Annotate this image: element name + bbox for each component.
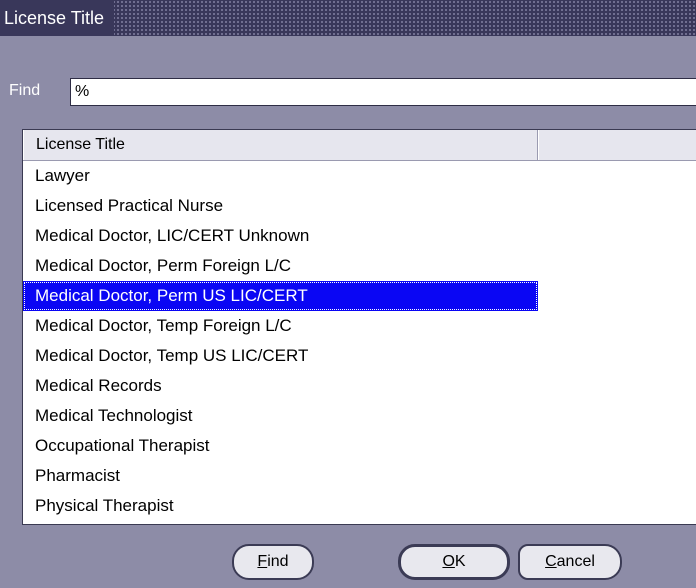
list-item[interactable]: Medical Doctor, Temp Foreign L/C [23, 311, 538, 341]
list-header: License Title [23, 130, 696, 161]
window-title: License Title [0, 0, 115, 36]
find-button[interactable]: Find [232, 544, 314, 580]
cancel-button-label: ancel [556, 553, 595, 570]
column-header-license-title[interactable]: License Title [23, 130, 538, 160]
list-item[interactable]: Physical Therapist [23, 491, 538, 521]
ok-button-label: K [454, 553, 466, 570]
list-item[interactable]: Medical Records [23, 371, 538, 401]
list-item-selected[interactable]: Medical Doctor, Perm US LIC/CERT [23, 281, 538, 311]
find-button-label: ind [267, 553, 289, 570]
title-bar[interactable]: License Title [0, 0, 696, 36]
list-item[interactable]: Medical Doctor, LIC/CERT Unknown [23, 221, 538, 251]
list-item[interactable]: Medical Doctor, Perm Foreign L/C [23, 251, 538, 281]
cancel-button-mnemonic: C [545, 553, 557, 570]
list-item[interactable]: Lawyer [23, 161, 538, 191]
ok-button-mnemonic: O [442, 553, 455, 570]
ok-button[interactable]: OK [398, 544, 510, 580]
cancel-button[interactable]: Cancel [518, 544, 622, 580]
list-item[interactable]: Occupational Therapist [23, 431, 538, 461]
list-rows: Lawyer Licensed Practical Nurse Medical … [23, 161, 696, 521]
find-input[interactable] [70, 78, 696, 106]
list-item[interactable]: Pharmacist [23, 461, 538, 491]
find-button-mnemonic: F [257, 553, 268, 570]
list-item[interactable]: Medical Doctor, Temp US LIC/CERT [23, 341, 538, 371]
column-header-blank [538, 130, 696, 160]
list-item[interactable]: Licensed Practical Nurse [23, 191, 538, 221]
find-label: Find [9, 82, 41, 99]
list-item[interactable]: Medical Technologist [23, 401, 538, 431]
license-title-list[interactable]: License Title Lawyer Licensed Practical … [22, 129, 696, 525]
